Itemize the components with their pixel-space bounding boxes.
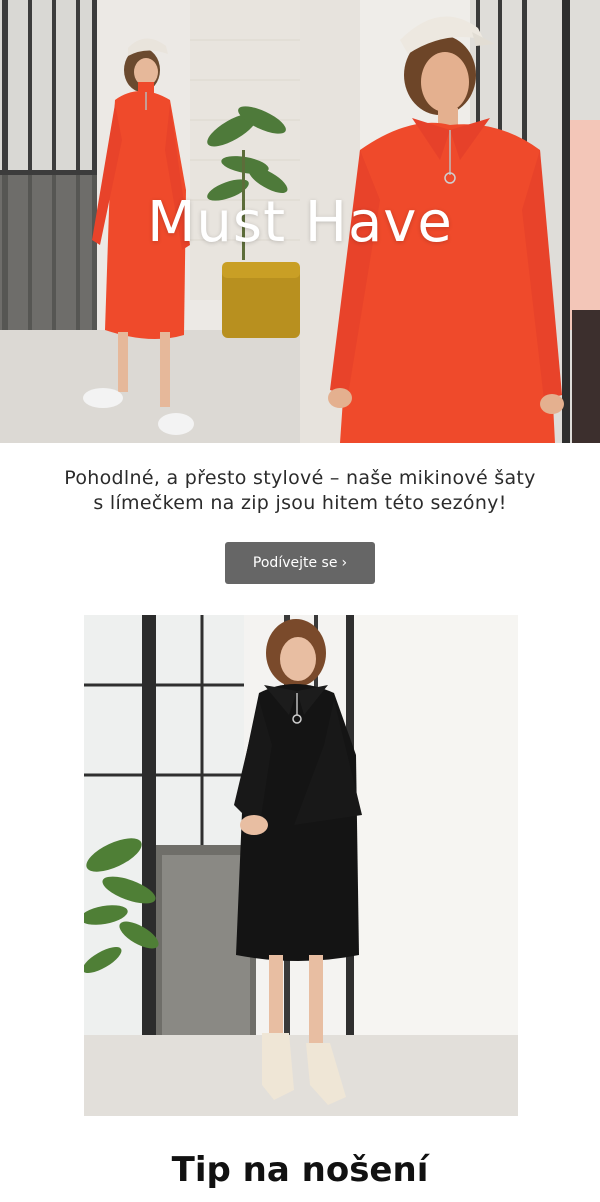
view-button-label: Podívejte se [252, 555, 338, 571]
intro-line-1: Pohodlné, a přesto stylové – naše mikino… [64, 467, 536, 489]
section-title: Tip na nošení [171, 1150, 429, 1190]
intro-line-2: s límečkem na zip jsou hitem této sezóny… [93, 492, 507, 514]
hero-title: Must Have [147, 190, 453, 255]
view-button[interactable]: Podívejte se › [225, 542, 375, 584]
chevron-right-icon: › [341, 555, 348, 571]
product-image-black-dress[interactable] [84, 615, 518, 1116]
intro-text: Pohodlné, a přesto stylové – naše mikino… [40, 466, 560, 516]
hero-banner[interactable]: Must Have [0, 0, 600, 443]
